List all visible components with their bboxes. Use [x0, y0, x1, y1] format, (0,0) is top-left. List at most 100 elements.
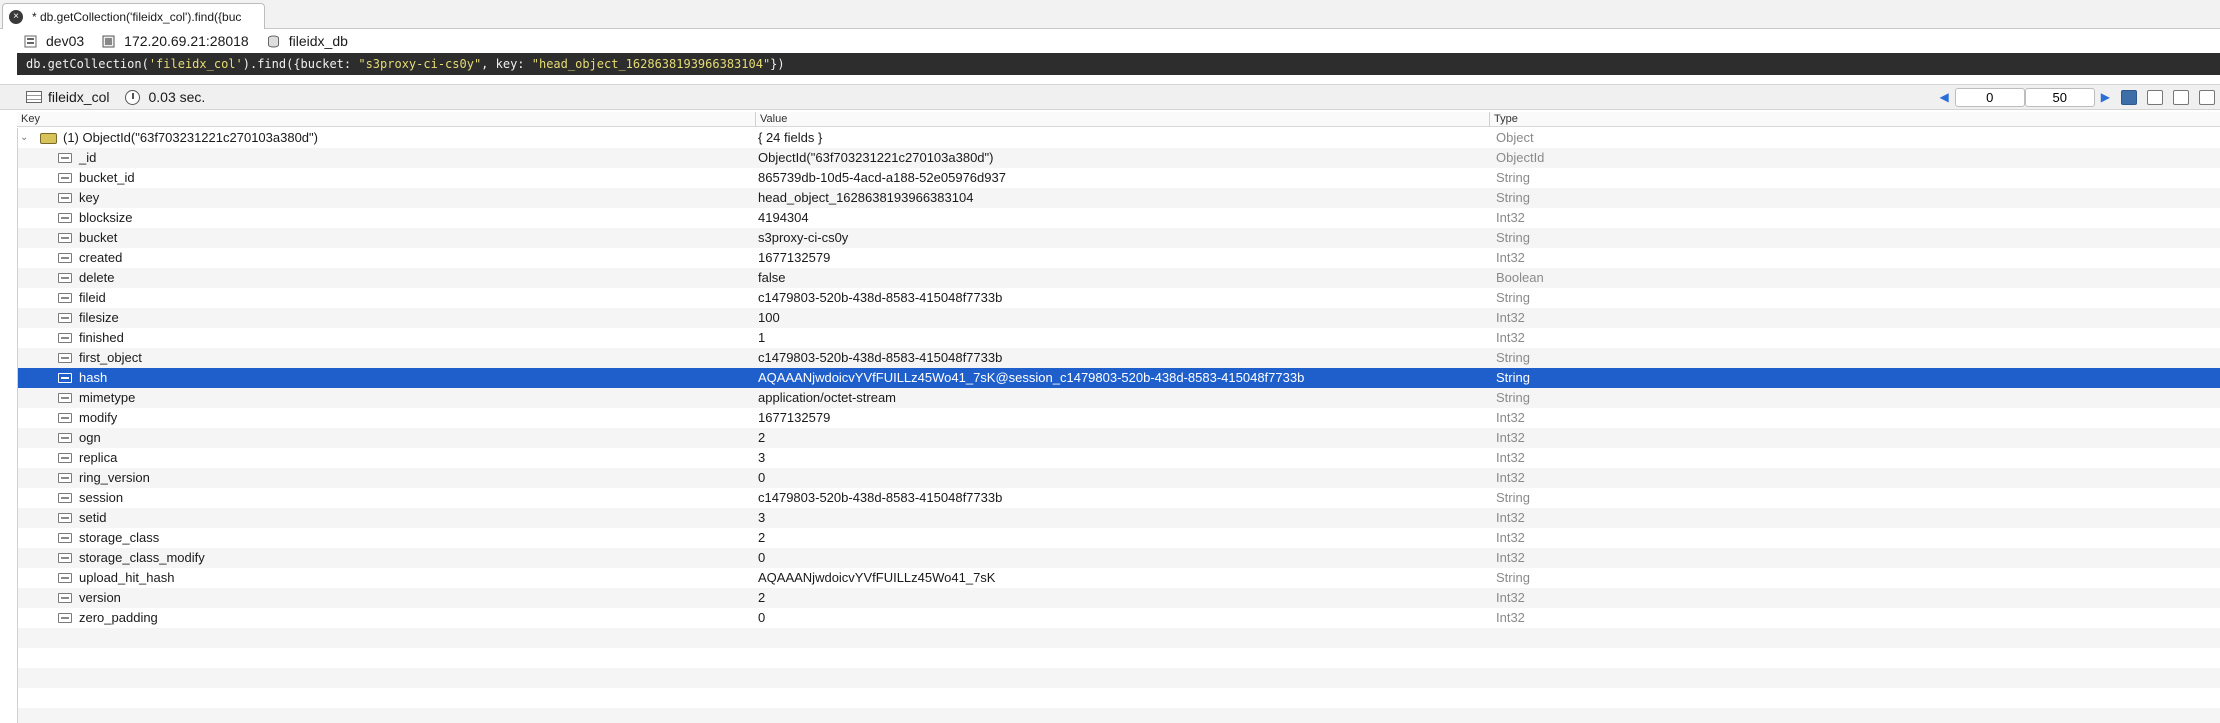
field-icon [58, 233, 72, 243]
field-row[interactable]: session c1479803-520b-438d-8583-415048f77… [18, 488, 2220, 508]
field-type: String [1496, 290, 1530, 305]
field-type: Int32 [1496, 310, 1525, 325]
field-row[interactable]: zero_padding 0 Int32 [18, 608, 2220, 628]
object-icon [40, 132, 57, 144]
page-start-input[interactable] [1954, 87, 2025, 107]
field-row[interactable]: storage_class_modify 0 Int32 [18, 548, 2220, 568]
field-row[interactable]: finished 1 Int32 [18, 328, 2220, 348]
field-key-cell: filesize [18, 308, 753, 328]
field-row[interactable]: bucket_id 865739db-10d5-4acd-a188-52e0597… [18, 168, 2220, 188]
result-collection: fileidx_col [26, 89, 109, 105]
key-column-header[interactable]: Key [17, 112, 757, 127]
field-row[interactable]: fileid c1479803-520b-438d-8583-415048f773… [18, 288, 2220, 308]
field-value: 100 [758, 310, 780, 325]
query-bucket-value: "s3proxy-ci-cs0y" [358, 57, 482, 71]
field-key: version [79, 590, 121, 605]
field-value: 865739db-10d5-4acd-a188-52e05976d937 [758, 170, 1006, 185]
field-type: String [1496, 170, 1530, 185]
result-toolbar: fileidx_col 0.03 sec. ◀ ▶ [0, 84, 2220, 110]
server-item[interactable]: dev03 [24, 33, 84, 49]
field-row[interactable]: modify 1677132579 Int32 [18, 408, 2220, 428]
query-text-suffix: }) [770, 57, 785, 71]
field-value: 1677132579 [758, 410, 831, 425]
field-icon [58, 473, 72, 483]
table-view-icon[interactable] [2147, 89, 2163, 105]
field-icon [58, 373, 72, 383]
field-value: c1479803-520b-438d-8583-415048f7733b [758, 490, 1003, 505]
field-value: 3 [758, 510, 766, 525]
next-page-icon[interactable]: ▶ [2101, 90, 2110, 104]
field-row[interactable]: delete false Boolean [18, 268, 2220, 288]
field-type: Int32 [1496, 470, 1525, 485]
field-key: replica [79, 450, 118, 465]
window-icon[interactable] [2199, 89, 2215, 105]
field-key-cell: bucket [18, 228, 753, 248]
field-row[interactable]: upload_hit_hash AQAAANjwdoicvYVfFUILLz45W… [18, 568, 2220, 588]
query-tab[interactable]: × * db.getCollection('fileidx_col').find… [2, 3, 265, 29]
value-column-header[interactable]: Value [755, 112, 1495, 127]
field-type: String [1496, 190, 1530, 205]
field-row[interactable]: ogn 2 Int32 [18, 428, 2220, 448]
field-row[interactable]: mimetype application/octet-stream String [18, 388, 2220, 408]
field-key-cell: blocksize [18, 208, 753, 228]
field-key-cell: upload_hit_hash [18, 568, 753, 588]
field-key: setid [79, 510, 107, 525]
field-row[interactable]: ring_version 0 Int32 [18, 468, 2220, 488]
field-value: c1479803-520b-438d-8583-415048f7733b [758, 350, 1003, 365]
field-value: 1677132579 [758, 250, 831, 265]
field-key: mimetype [79, 390, 136, 405]
field-row[interactable]: created 1677132579 Int32 [18, 248, 2220, 268]
field-row[interactable]: key head_object_1628638193966383104 String [18, 188, 2220, 208]
table-icon [26, 91, 42, 103]
field-key: created [79, 250, 123, 265]
field-key: key [79, 190, 100, 205]
text-view-icon[interactable] [2173, 89, 2189, 105]
field-key-cell: replica [18, 448, 753, 468]
field-key: hash [79, 370, 108, 385]
field-type: Int32 [1496, 410, 1525, 425]
query-editor[interactable]: db.getCollection('fileidx_col').find({bu… [17, 53, 2220, 75]
field-icon [58, 153, 72, 163]
empty-row [18, 628, 2220, 648]
prev-page-icon[interactable]: ◀ [1940, 90, 1949, 104]
field-icon [58, 393, 72, 403]
field-icon [58, 293, 72, 303]
tab-bar: × * db.getCollection('fileidx_col').find… [0, 0, 2220, 29]
field-value: 0 [758, 610, 766, 625]
field-row[interactable]: bucket s3proxy-ci-cs0y String [18, 228, 2220, 248]
field-type: Int32 [1496, 510, 1525, 525]
field-type: ObjectId [1496, 150, 1545, 165]
type-column-header[interactable]: Type [1489, 112, 2220, 127]
field-type: Int32 [1496, 330, 1525, 345]
tree-view-icon[interactable] [2121, 89, 2137, 105]
host-item[interactable]: 172.20.69.21:28018 [102, 33, 249, 49]
field-row[interactable]: storage_class 2 Int32 [18, 528, 2220, 548]
field-row[interactable]: version 2 Int32 [18, 588, 2220, 608]
root-value: { 24 fields } [758, 130, 823, 145]
field-row[interactable]: filesize 100 Int32 [18, 308, 2220, 328]
field-row[interactable]: _id ObjectId("63f703231221c270103a380d") O… [18, 148, 2220, 168]
root-document-row[interactable]: ⌄ (1) ObjectId("63f703231221c270103a380d… [18, 128, 2220, 148]
field-value: 2 [758, 590, 766, 605]
field-row[interactable]: replica 3 Int32 [18, 448, 2220, 468]
field-row[interactable]: first_object c1479803-520b-438d-8583-4150… [18, 348, 2220, 368]
field-row[interactable]: blocksize 4194304 Int32 [18, 208, 2220, 228]
empty-row [18, 668, 2220, 688]
field-key: delete [79, 270, 115, 285]
page-size-input[interactable] [2024, 87, 2095, 107]
field-type: String [1496, 490, 1530, 505]
field-icon [58, 333, 72, 343]
field-key: bucket_id [79, 170, 135, 185]
field-icon [58, 513, 72, 523]
field-row[interactable]: setid 3 Int32 [18, 508, 2220, 528]
database-item[interactable]: fileidx_db [267, 33, 348, 49]
query-tab-title: * db.getCollection('fileidx_col').find({… [32, 9, 242, 24]
field-icon [58, 533, 72, 543]
result-time-value: 0.03 sec. [148, 89, 206, 105]
field-key: upload_hit_hash [79, 570, 175, 585]
field-icon [58, 613, 72, 623]
field-row[interactable]: hash AQAAANjwdoicvYVfFUILLz45Wo41_7sK@ses… [18, 368, 2220, 388]
chevron-down-icon[interactable]: ⌄ [20, 128, 34, 148]
close-icon[interactable]: × [9, 9, 23, 24]
root-type: Object [1496, 130, 1534, 145]
